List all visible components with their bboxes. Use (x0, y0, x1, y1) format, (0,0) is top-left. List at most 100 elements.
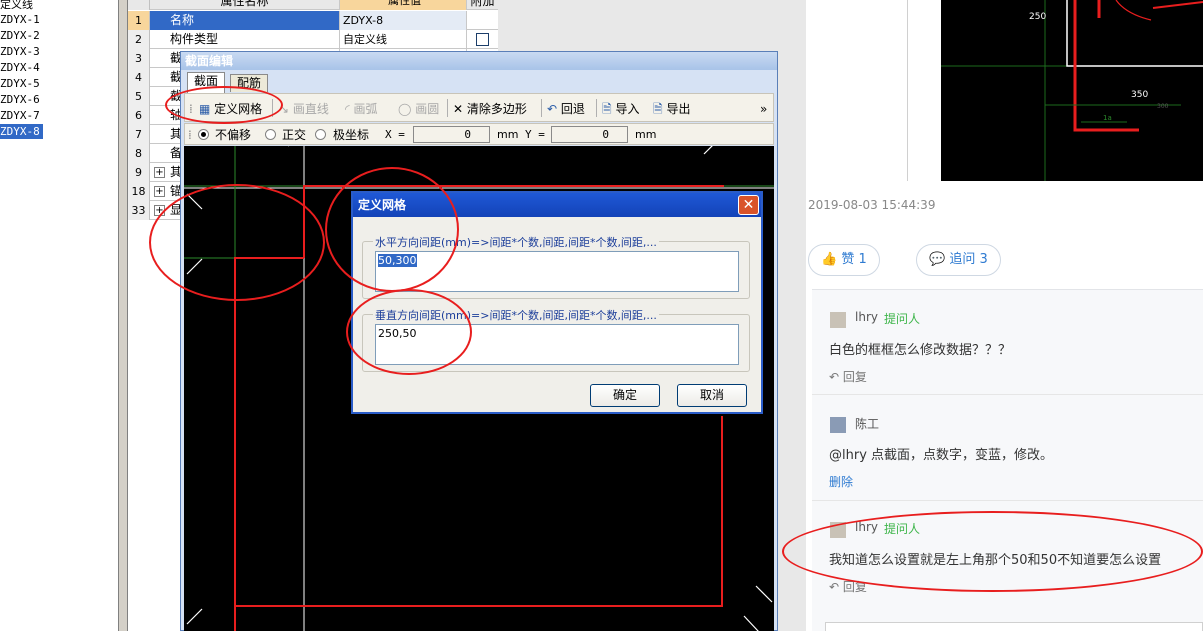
undo-button[interactable]: ↶ 回退 (547, 100, 585, 118)
tab-strip: 截面 配筋 (184, 72, 774, 93)
row-name: 构件类型 (150, 30, 340, 49)
draw-circle-button[interactable]: ◯ 画圆 (398, 100, 439, 118)
workspace-background (498, 0, 798, 52)
header-name[interactable]: 属性名称 (150, 0, 340, 10)
radio-polar[interactable] (315, 129, 326, 140)
row-extra (467, 30, 498, 49)
avatar[interactable] (830, 312, 846, 328)
circle-icon: ◯ (398, 102, 412, 116)
annotation-ellipse (346, 289, 472, 375)
cad-drawing (941, 0, 1203, 181)
radio-no-offset[interactable] (198, 129, 209, 140)
dialog-title[interactable]: 截面编辑 (181, 52, 777, 70)
y-input[interactable]: 0 (551, 126, 628, 143)
row-number: 9 (128, 163, 150, 182)
post-timestamp: 2019-08-03 15:44:39 (808, 198, 936, 212)
like-button[interactable]: 👍 赞 1 (808, 244, 880, 276)
annotation-ellipse (325, 167, 459, 292)
draw-arc-button[interactable]: ◜ 画弧 (345, 100, 378, 118)
comment-text: 白色的框框怎么修改数据？？？ (829, 343, 1012, 358)
cancel-button[interactable]: 取消 (677, 384, 747, 407)
tree-item[interactable]: ZDYX-2 (0, 28, 43, 43)
tree-item-root[interactable]: 定义线 (0, 0, 36, 12)
arc-icon: ◜ (345, 102, 350, 116)
tree-item-selected[interactable]: ZDYX-8 (0, 124, 43, 139)
comment-role-badge: 提问人 (884, 312, 921, 326)
row-number: 4 (128, 68, 150, 87)
row-number: 8 (128, 144, 150, 163)
grip-icon: ⁞ (188, 128, 192, 142)
table-row[interactable]: 1 名称 ZDYX-8 (128, 11, 498, 30)
x-unit: mm (497, 128, 519, 141)
checkbox[interactable] (476, 33, 489, 46)
dimension-1a: 1a (1103, 114, 1112, 122)
radio-ortho-label: 正交 (282, 128, 307, 142)
close-x-icon: ✕ (453, 102, 464, 116)
clear-polygon-button[interactable]: ✕ 清除多边形 (453, 100, 527, 118)
radio-polar-label: 极坐标 (333, 128, 370, 142)
row-number: 7 (128, 125, 150, 144)
reply-button[interactable]: ↶ 回复 (829, 368, 867, 385)
row-extra (467, 11, 498, 30)
reply-input[interactable] (825, 622, 1203, 631)
splitter[interactable] (118, 0, 128, 631)
row-number: 33 (128, 201, 150, 220)
x-input[interactable]: 0 (413, 126, 490, 143)
component-tree: 定义线 ZDYX-1 ZDYX-2 ZDYX-3 ZDYX-4 ZDYX-5 Z… (0, 0, 120, 631)
header-extra[interactable]: 附加 (467, 0, 498, 10)
dimension-350: 350 (1131, 90, 1149, 100)
toolbar-overflow-button[interactable]: » (760, 100, 767, 118)
comment-icon: 💬 (929, 252, 946, 267)
row-number: 5 (128, 87, 150, 106)
expand-icon[interactable]: + (154, 167, 165, 178)
row-value[interactable]: 自定义线 (340, 30, 467, 49)
tree-item[interactable]: ZDYX-1 (0, 12, 43, 27)
comment-user[interactable]: 陈工 (855, 415, 879, 432)
reply-icon: ↶ (829, 370, 840, 384)
follow-up-button[interactable]: 💬 追问 3 (916, 244, 1001, 276)
expand-icon[interactable]: + (154, 186, 165, 197)
annotation-ellipse (165, 86, 283, 124)
y-label: Y = (525, 128, 545, 141)
tree-item[interactable]: ZDYX-6 (0, 92, 43, 107)
row-number: 3 (128, 49, 150, 68)
delete-button[interactable]: 删除 (829, 473, 853, 490)
x-label: X = (385, 128, 405, 141)
import-icon: 🗎 (602, 102, 612, 116)
radio-no-offset-label: 不偏移 (215, 128, 252, 142)
row-value[interactable]: ZDYX-8 (340, 11, 467, 30)
header-value[interactable]: 属性值 (340, 0, 467, 10)
tree-item[interactable]: ZDYX-3 (0, 44, 43, 59)
image-gutter (907, 0, 941, 181)
import-button[interactable]: 🗎 导入 (602, 100, 640, 118)
close-button[interactable]: ✕ (738, 195, 759, 215)
post-image[interactable]: 250 350 1a 300 (941, 0, 1203, 181)
row-number: 6 (128, 106, 150, 125)
tree-item[interactable]: ZDYX-5 (0, 76, 43, 91)
comment-user[interactable]: lhry (855, 310, 878, 324)
tree-item[interactable]: ZDYX-7 (0, 108, 43, 123)
comment-text: @lhry 点截面，点数字，变蓝，修改。 (829, 448, 1054, 463)
radio-ortho[interactable] (265, 129, 276, 140)
row-name: 名称 (150, 11, 340, 30)
ok-button[interactable]: 确定 (590, 384, 660, 407)
dimension-small: 300 (1157, 103, 1169, 110)
annotation-ellipse (782, 511, 1203, 592)
row-number: 1 (128, 11, 150, 30)
row-number: 2 (128, 30, 150, 49)
y-unit: mm (635, 128, 657, 141)
avatar[interactable] (830, 417, 846, 433)
export-icon: 🗎 (653, 102, 663, 116)
export-button[interactable]: 🗎 导出 (653, 100, 691, 118)
tree-item[interactable]: ZDYX-4 (0, 60, 43, 75)
table-row[interactable]: 2 构件类型 自定义线 (128, 30, 498, 49)
coordinate-bar: ⁞ 不偏移 正交 极坐标 X = 0 mm Y = 0 mm (184, 123, 774, 145)
annotation-ellipse (149, 184, 325, 301)
thumbs-up-icon: 👍 (821, 252, 838, 267)
undo-icon: ↶ (547, 102, 558, 116)
draw-line-button[interactable]: ↘ 画直线 (279, 100, 329, 118)
dimension-250: 250 (1029, 12, 1047, 22)
row-number: 18 (128, 182, 150, 201)
reply-icon: ↶ (829, 580, 840, 594)
table-header: 属性名称 属性值 附加 (128, 0, 498, 10)
